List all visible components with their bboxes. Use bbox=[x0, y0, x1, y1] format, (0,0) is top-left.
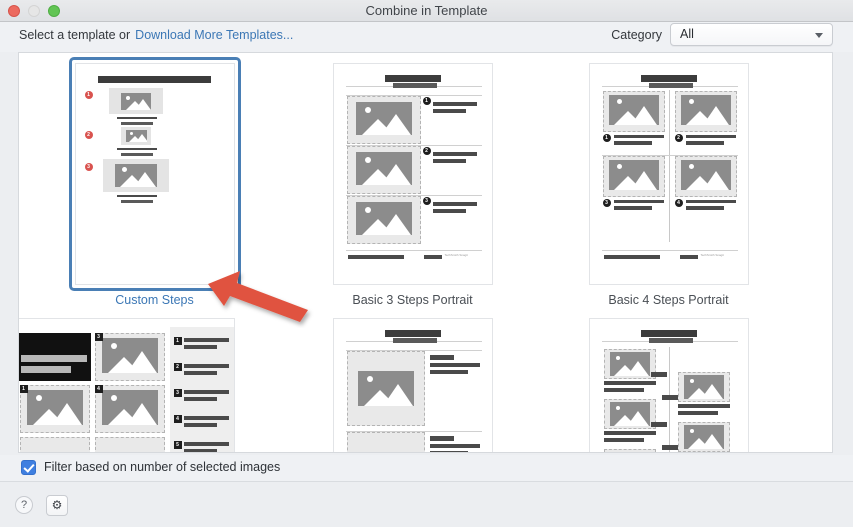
window-title: Combine in Template bbox=[365, 3, 488, 18]
template-card-two-column-steps[interactable] bbox=[546, 318, 791, 452]
chevron-down-icon bbox=[815, 33, 823, 38]
template-preview bbox=[332, 318, 493, 452]
template-card-steps-side-text[interactable] bbox=[290, 318, 535, 452]
gear-icon[interactable]: ⚙ bbox=[46, 495, 68, 516]
template-preview bbox=[588, 318, 749, 452]
filter-row: Filter based on number of selected image… bbox=[0, 455, 853, 482]
category-dropdown[interactable]: All bbox=[670, 23, 833, 46]
template-thumbnail-wrap: 1 2 bbox=[68, 57, 241, 291]
template-card-dark-header-grid[interactable]: 3 1 4 1 2 3 4 5 bbox=[19, 318, 277, 452]
template-thumbnail-wrap: 1 2 bbox=[588, 63, 749, 285]
filter-checkbox[interactable] bbox=[21, 460, 36, 475]
template-name: Basic 3 Steps Portrait bbox=[352, 293, 473, 307]
template-card-custom-steps[interactable]: 1 2 3 Custom Steps bbox=[32, 57, 277, 307]
prompt-text: Select a template or bbox=[19, 28, 131, 42]
template-thumbnail-wrap bbox=[588, 318, 749, 452]
category-selected-value: All bbox=[680, 27, 694, 41]
help-icon[interactable]: ? bbox=[15, 496, 33, 514]
template-card-basic-4-steps-portrait[interactable]: 1 2 3 4 TechSmith Snagit Basic 4 Steps P… bbox=[546, 63, 791, 307]
template-name: Custom Steps bbox=[115, 293, 194, 307]
template-preview: 1 2 bbox=[74, 63, 235, 285]
template-prompt: Select a template or Download More Templa… bbox=[19, 28, 293, 42]
template-thumbnail-wrap bbox=[332, 318, 493, 452]
download-more-templates-link[interactable]: Download More Templates... bbox=[135, 28, 293, 42]
template-preview: 1 2 bbox=[588, 63, 749, 285]
template-thumbnail-wrap: 1 2 bbox=[332, 63, 493, 285]
template-name: Basic 4 Steps Portrait bbox=[608, 293, 729, 307]
title-bar: Combine in Template bbox=[0, 0, 853, 22]
template-card-basic-3-steps-portrait[interactable]: 1 2 3 TechSmith Snagit Basic 3 Steps Por… bbox=[290, 63, 535, 307]
toolbar: Select a template or Download More Templa… bbox=[0, 22, 853, 52]
template-preview: 3 1 4 1 2 3 4 5 bbox=[19, 318, 235, 452]
template-thumbnail-wrap: 3 1 4 1 2 3 4 5 bbox=[19, 318, 271, 452]
category-label: Category bbox=[611, 28, 662, 42]
filter-label: Filter based on number of selected image… bbox=[44, 460, 281, 474]
template-preview: 1 2 bbox=[332, 63, 493, 285]
footer-bar: ? ⚙ Cancel Next bbox=[0, 482, 853, 527]
combine-in-template-dialog: Combine in Template Select a template or… bbox=[0, 0, 853, 527]
template-scroll-panel[interactable]: 1 2 3 Custom Steps 1 2 3 TechSmith Snagi… bbox=[18, 52, 833, 453]
